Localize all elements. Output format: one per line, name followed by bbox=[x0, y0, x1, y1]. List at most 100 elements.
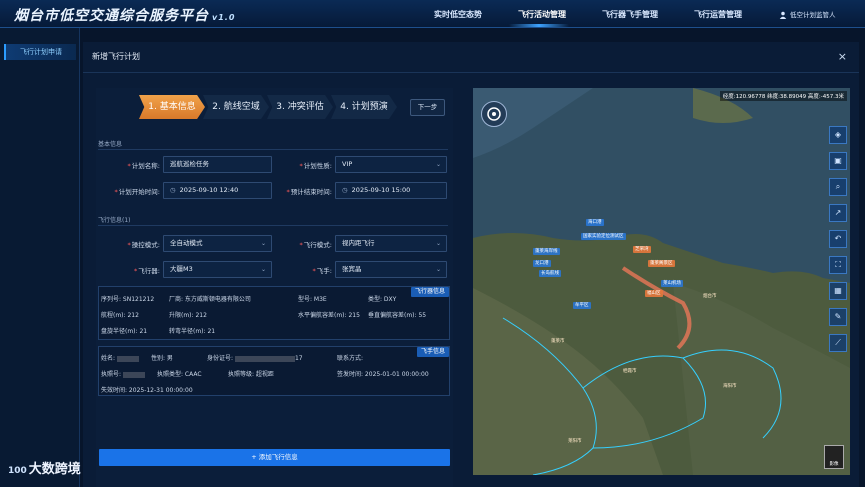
plan-type-label: *计划性质: bbox=[299, 162, 332, 170]
chevron-down-icon: ⌄ bbox=[435, 266, 441, 273]
nav-aircraft-pilot[interactable]: 飞行器飞手管理 bbox=[602, 9, 658, 20]
chevron-down-icon: ⌄ bbox=[435, 161, 441, 168]
coordinate-readout: 经度:120.96778 纬度:38.89049 高度:-457.3米 bbox=[719, 91, 847, 101]
map-label[interactable]: 国家实验定位测试区 bbox=[581, 233, 626, 240]
step-conflict-eval[interactable]: 3. 冲突评估 bbox=[267, 95, 333, 119]
new-flight-plan-dialog: 新增飞行计划 × 1. 基本信息 2. 航线空域 3. 冲突评估 4. 计划预演… bbox=[83, 42, 859, 487]
close-icon[interactable]: × bbox=[838, 50, 847, 63]
nav-flight-activity[interactable]: 飞行活动管理 bbox=[518, 9, 566, 20]
nav-realtime[interactable]: 实时低空态势 bbox=[434, 9, 482, 20]
masked-value bbox=[116, 355, 139, 362]
aircraft-type: 类型: DXY bbox=[368, 296, 397, 303]
start-time-input[interactable]: ◷ 2025-09-10 12:40 bbox=[163, 182, 272, 199]
watermark-logo: 100 大数跨境 bbox=[8, 462, 81, 477]
place-name: 莱阳市 bbox=[568, 439, 582, 444]
map-label[interactable]: 牟平区 bbox=[573, 302, 591, 309]
map-label[interactable]: 龙口港 bbox=[533, 260, 551, 267]
step-route-airspace[interactable]: 2. 航线空域 bbox=[203, 95, 269, 119]
image-icon[interactable]: ▣ bbox=[829, 152, 847, 170]
plan-name-label: *计划名称: bbox=[127, 162, 160, 170]
pilot-contact: 联系方式: bbox=[337, 355, 364, 362]
end-time-input[interactable]: ◷ 2025-09-10 15:00 bbox=[335, 182, 447, 199]
basemap-switch-button[interactable]: 影像 bbox=[824, 445, 844, 469]
control-mode-select[interactable]: 全自动模式 ⌄ bbox=[163, 235, 272, 252]
clock-icon: ◷ bbox=[342, 186, 348, 194]
plan-type-select[interactable]: VIP ⌄ bbox=[335, 156, 447, 173]
section-flight-info: 飞行信息(1) bbox=[98, 217, 131, 224]
plan-name-input[interactable]: 巡航巡检任务 bbox=[163, 156, 272, 173]
pilot-id: 身份证号: 17 bbox=[207, 355, 303, 362]
sidebar-item-flight-plan[interactable]: 飞行计划申请 bbox=[4, 44, 76, 60]
chevron-down-icon: ⌄ bbox=[435, 240, 441, 247]
clock-icon: ◷ bbox=[170, 186, 176, 194]
masked-value bbox=[122, 371, 145, 378]
aircraft-label: *飞行器: bbox=[134, 267, 160, 275]
add-flight-info-button[interactable]: + 添加飞行信息 bbox=[99, 449, 450, 466]
plan-form: 1. 基本信息 2. 航线空域 3. 冲突评估 4. 计划预演 下一步 基本信息… bbox=[96, 88, 453, 487]
license-level: 执照等级: 超视距 bbox=[228, 371, 274, 378]
measure-icon[interactable]: ⟋ bbox=[829, 334, 847, 352]
app-title: 烟台市低空交通综合服务平台 v1.0 bbox=[14, 8, 236, 24]
active-nav-indicator bbox=[509, 24, 569, 27]
license-no: 执照号: bbox=[101, 369, 145, 378]
place-name: 海阳市 bbox=[723, 384, 737, 389]
aircraft-info-panel: 飞行器信息 序列号: SN121212 厂商: 东方威斯顿电器有限公司 型号: … bbox=[98, 286, 450, 340]
map-label[interactable]: 莱山机场 bbox=[661, 280, 683, 287]
aircraft-select[interactable]: 大疆M3 ⌄ bbox=[163, 261, 272, 278]
license-type: 执照类型: CAAC bbox=[157, 371, 202, 378]
layers-icon[interactable]: ◈ bbox=[829, 126, 847, 144]
section-basic-info: 基本信息 bbox=[98, 141, 123, 148]
place-name: 烟台市 bbox=[703, 294, 717, 299]
chevron-down-icon: ⌄ bbox=[260, 240, 266, 247]
masked-value bbox=[234, 355, 295, 362]
flight-mode-select[interactable]: 视内距飞行 ⌄ bbox=[335, 235, 447, 252]
map-label[interactable]: 蓬莱海岸线 bbox=[533, 248, 560, 255]
dialog-divider bbox=[83, 72, 859, 73]
pilot-label: *飞手: bbox=[312, 267, 332, 275]
next-step-button[interactable]: 下一步 bbox=[410, 99, 445, 116]
expand-icon[interactable]: ⛶ bbox=[829, 256, 847, 274]
range: 航程(m): 212 bbox=[101, 312, 139, 319]
user-name: 低空计划监管人 bbox=[790, 11, 836, 19]
map-view[interactable]: 经度:120.96778 纬度:38.89049 高度:-457.3米 海口港 … bbox=[473, 88, 850, 475]
top-header: 烟台市低空交通综合服务平台 v1.0 实时低空态势 飞行活动管理 飞行器飞手管理 … bbox=[0, 0, 865, 28]
pilot-info-tag: 飞手信息 bbox=[416, 347, 449, 357]
end-time-label: *预计结束时间: bbox=[286, 188, 332, 196]
issue-time: 签发时间: 2025-01-01 00:00:00 bbox=[337, 371, 429, 378]
map-label[interactable]: 芝罘湾 bbox=[633, 246, 651, 253]
pilot-info-panel: 飞手信息 姓名: 性别: 男 身份证号: 17 联系方式: 执照号: 执照类型:… bbox=[98, 346, 450, 396]
section-divider bbox=[98, 149, 448, 150]
pilot-gender: 性别: 男 bbox=[151, 355, 173, 362]
map-label[interactable]: 海口港 bbox=[586, 219, 604, 226]
start-time-label: *计划开始时间: bbox=[114, 188, 160, 196]
sidebar: 飞行计划申请 bbox=[0, 28, 80, 487]
manufacturer: 厂商: 东方威斯顿电器有限公司 bbox=[169, 296, 251, 303]
section-divider bbox=[98, 225, 448, 226]
compass-icon[interactable] bbox=[481, 101, 507, 127]
chevron-down-icon: ⌄ bbox=[260, 266, 266, 273]
expire-time: 失效时间: 2025-12-31 00:00:00 bbox=[101, 387, 193, 394]
map-label[interactable]: 蓬莱阁景区 bbox=[648, 260, 675, 267]
place-name: 栖霞市 bbox=[623, 369, 637, 374]
flight-mode-label: *飞行模式: bbox=[299, 241, 332, 249]
user-menu[interactable]: 低空计划监管人 bbox=[779, 9, 836, 19]
step-basic-info[interactable]: 1. 基本信息 bbox=[139, 95, 205, 119]
ceiling: 升限(m): 212 bbox=[169, 312, 207, 319]
model: 型号: M3E bbox=[298, 296, 327, 303]
hover-radius: 盘旋半径(m): 21 bbox=[101, 328, 148, 335]
undo-icon[interactable]: ↶ bbox=[829, 230, 847, 248]
pilot-select[interactable]: 张宾晶 ⌄ bbox=[335, 261, 447, 278]
horizontal-tolerance: 水平偏航容差(m): 215 bbox=[298, 312, 360, 319]
pilot-name: 姓名: bbox=[101, 353, 139, 362]
grid-icon[interactable]: ▦ bbox=[829, 282, 847, 300]
map-label[interactable]: 长岛航线 bbox=[539, 270, 561, 277]
map-label[interactable]: 福山区 bbox=[645, 290, 663, 297]
nav-operations[interactable]: 飞行运营管理 bbox=[694, 9, 742, 20]
serial-no: 序列号: SN121212 bbox=[101, 296, 155, 303]
chart-icon[interactable]: ↗ bbox=[829, 204, 847, 222]
aircraft-info-tag: 飞行器信息 bbox=[410, 287, 449, 297]
place-name: 蓬莱市 bbox=[551, 339, 565, 344]
step-plan-preview[interactable]: 4. 计划预演 bbox=[331, 95, 397, 119]
edit-icon[interactable]: ✎ bbox=[829, 308, 847, 326]
search-icon[interactable]: ⌕ bbox=[829, 178, 847, 196]
